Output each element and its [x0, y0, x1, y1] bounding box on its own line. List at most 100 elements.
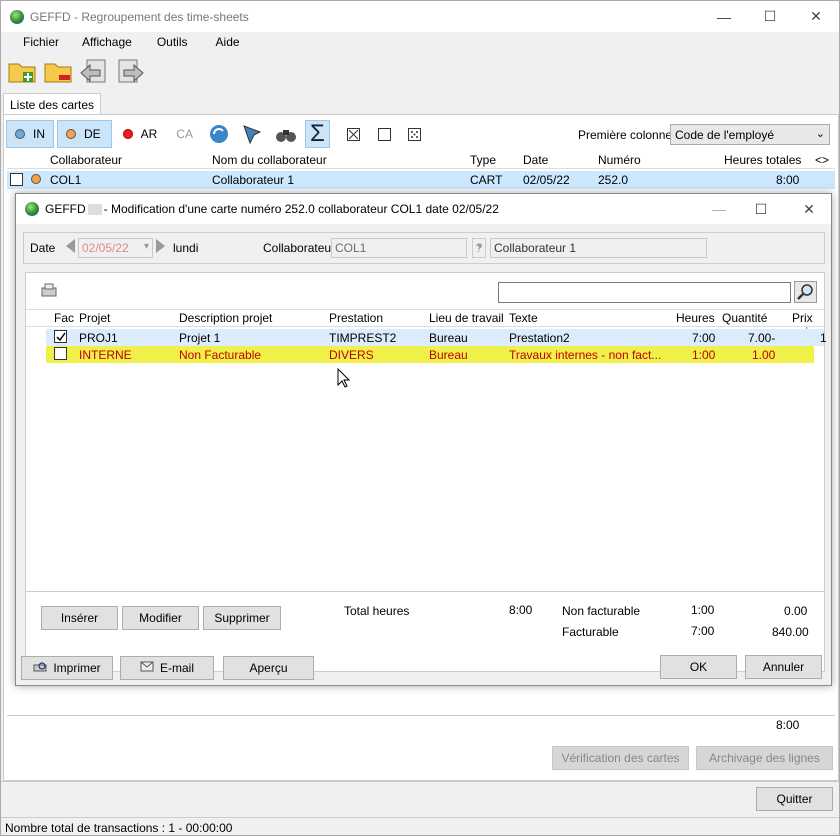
- row-prix: 1: [820, 331, 827, 345]
- grid-divider: [7, 715, 835, 716]
- billable-amount: 840.00: [772, 625, 809, 639]
- quit-button[interactable]: Quitter: [756, 787, 833, 811]
- col-description[interactable]: Description projet: [179, 311, 272, 325]
- cancel-button[interactable]: Annuler: [745, 655, 822, 679]
- row-checkbox[interactable]: [10, 173, 23, 186]
- filter-in-toggle[interactable]: IN: [6, 120, 54, 148]
- filter-de-toggle[interactable]: DE: [57, 120, 112, 148]
- row-facturable-checkbox[interactable]: [54, 330, 67, 343]
- table-row[interactable]: PROJ1 Projet 1 TIMPREST2 Bureau Prestati…: [46, 329, 827, 346]
- filter-ca-label: CA: [176, 127, 194, 141]
- search-icon[interactable]: [794, 281, 817, 303]
- billable-hours: 7:00: [691, 624, 715, 638]
- forward-icon[interactable]: [115, 56, 145, 86]
- close-button[interactable]: ✕: [793, 1, 839, 32]
- archive-lines-button[interactable]: Archivage des lignes: [696, 746, 833, 770]
- redacted-block: [87, 203, 102, 215]
- col-heures[interactable]: Heures: [676, 311, 715, 325]
- col-quantite[interactable]: Quantité: [722, 311, 767, 325]
- collaborator-name: Collaborateur 1: [494, 241, 577, 255]
- filter-ca-toggle[interactable]: CA: [168, 120, 201, 148]
- verify-cards-button[interactable]: Vérification des cartes: [552, 746, 689, 770]
- filter-ar-toggle[interactable]: AR: [115, 120, 166, 148]
- back-icon[interactable]: [79, 56, 109, 86]
- binoculars-icon[interactable]: [270, 120, 302, 148]
- status-dot-icon: [31, 174, 41, 184]
- row-description: Projet 1: [179, 331, 221, 345]
- invert-check-icon[interactable]: [407, 127, 421, 141]
- menu-aide[interactable]: Aide: [199, 32, 251, 52]
- date-field[interactable]: 02/05/22 ▾: [78, 238, 153, 258]
- collaborator-code-field[interactable]: COL1 ▾: [331, 238, 482, 258]
- col-heures[interactable]: Heures totales: [724, 153, 801, 167]
- tab-liste-des-cartes[interactable]: Liste des cartes: [3, 93, 102, 115]
- col-fac[interactable]: Fac: [54, 311, 74, 325]
- dialog-maximize-button[interactable]: ☐: [738, 194, 784, 224]
- edit-card-dialog: GEFFD - Modification d'une carte numéro …: [15, 193, 832, 686]
- search-input[interactable]: [498, 282, 791, 303]
- edit-button[interactable]: Modifier: [122, 606, 199, 630]
- filter-toolbar: IN DE AR CA Σ Première colonne Code de l…: [6, 119, 836, 149]
- check-all-icon[interactable]: [346, 127, 360, 141]
- print-button[interactable]: Imprimer: [21, 656, 113, 680]
- next-date-icon[interactable]: [156, 239, 165, 253]
- menu-fichier[interactable]: Fichier: [1, 32, 70, 52]
- sum-icon[interactable]: Σ: [305, 120, 330, 148]
- total-hours-label: Total heures: [344, 604, 410, 618]
- email-button[interactable]: E-mail: [120, 656, 214, 680]
- print-lines-icon[interactable]: [40, 282, 58, 303]
- row-texte: Travaux internes - non fact...: [509, 348, 662, 362]
- dialog-minimize-button[interactable]: —: [696, 194, 742, 224]
- preview-button[interactable]: Aperçu: [223, 656, 314, 680]
- window-title: GEFFD - Regroupement des time-sheets: [30, 9, 249, 24]
- col-collaborateur[interactable]: Collaborateur: [50, 153, 122, 167]
- menu-outils[interactable]: Outils: [143, 32, 199, 52]
- row-code: COL1: [50, 173, 82, 187]
- col-lieu[interactable]: Lieu de travail: [429, 311, 504, 325]
- col-prestation[interactable]: Prestation: [329, 311, 383, 325]
- dialog-close-button[interactable]: ✕: [786, 194, 832, 224]
- envelope-icon: [140, 661, 154, 675]
- app-icon: [25, 202, 39, 216]
- new-folder-icon[interactable]: [7, 56, 37, 86]
- delete-folder-icon[interactable]: [43, 56, 73, 86]
- row-projet: PROJ1: [79, 331, 118, 345]
- col-texte[interactable]: Texte: [509, 311, 538, 325]
- minimize-button[interactable]: —: [701, 1, 747, 32]
- uncheck-all-icon[interactable]: [377, 127, 391, 141]
- row-prestation: DIVERS: [329, 348, 374, 362]
- insert-button[interactable]: Insérer: [41, 606, 118, 630]
- maximize-button[interactable]: ☐: [747, 1, 793, 32]
- refresh-icon[interactable]: [204, 120, 234, 148]
- col-type[interactable]: Type: [470, 153, 496, 167]
- col-expand[interactable]: <>: [815, 153, 829, 167]
- col-nom[interactable]: Nom du collaborateur: [212, 153, 327, 167]
- total-hours-value: 8:00: [509, 603, 533, 617]
- menu-affichage[interactable]: Affichage: [70, 32, 143, 52]
- table-row[interactable]: COL1 Collaborateur 1 CART 02/05/22 252.0…: [7, 171, 835, 189]
- row-facturable-checkbox[interactable]: [54, 347, 67, 360]
- row-texte: Prestation2: [509, 331, 570, 345]
- cards-grid-header: Collaborateur Nom du collaborateur Type …: [7, 151, 835, 169]
- print-label: Imprimer: [53, 661, 101, 675]
- help-button[interactable]: ?: [472, 238, 486, 258]
- chevron-down-icon: ⌄: [815, 128, 825, 140]
- filter-icon[interactable]: [237, 120, 267, 148]
- col-projet[interactable]: Projet: [79, 311, 110, 325]
- first-column-select[interactable]: Code de l'employé ⌄: [670, 124, 830, 145]
- row-description: Non Facturable: [179, 348, 262, 362]
- row-lieu: Bureau: [429, 348, 468, 362]
- date-label: Date: [30, 241, 56, 255]
- title-bar: GEFFD - Regroupement des time-sheets — ☐…: [1, 1, 839, 32]
- ok-button[interactable]: OK: [660, 655, 737, 679]
- filter-in-label: IN: [33, 127, 45, 141]
- totals-divider: [26, 591, 824, 592]
- row-heures: 7:00: [692, 331, 716, 345]
- non-billable-hours: 1:00: [691, 603, 715, 617]
- col-numero[interactable]: Numéro: [598, 153, 641, 167]
- col-date[interactable]: Date: [523, 153, 548, 167]
- table-row[interactable]: INTERNE Non Facturable DIVERS Bureau Tra…: [46, 346, 814, 363]
- prev-date-icon[interactable]: [66, 239, 75, 253]
- row-prestation: TIMPREST2: [329, 331, 397, 345]
- delete-button[interactable]: Supprimer: [203, 606, 281, 630]
